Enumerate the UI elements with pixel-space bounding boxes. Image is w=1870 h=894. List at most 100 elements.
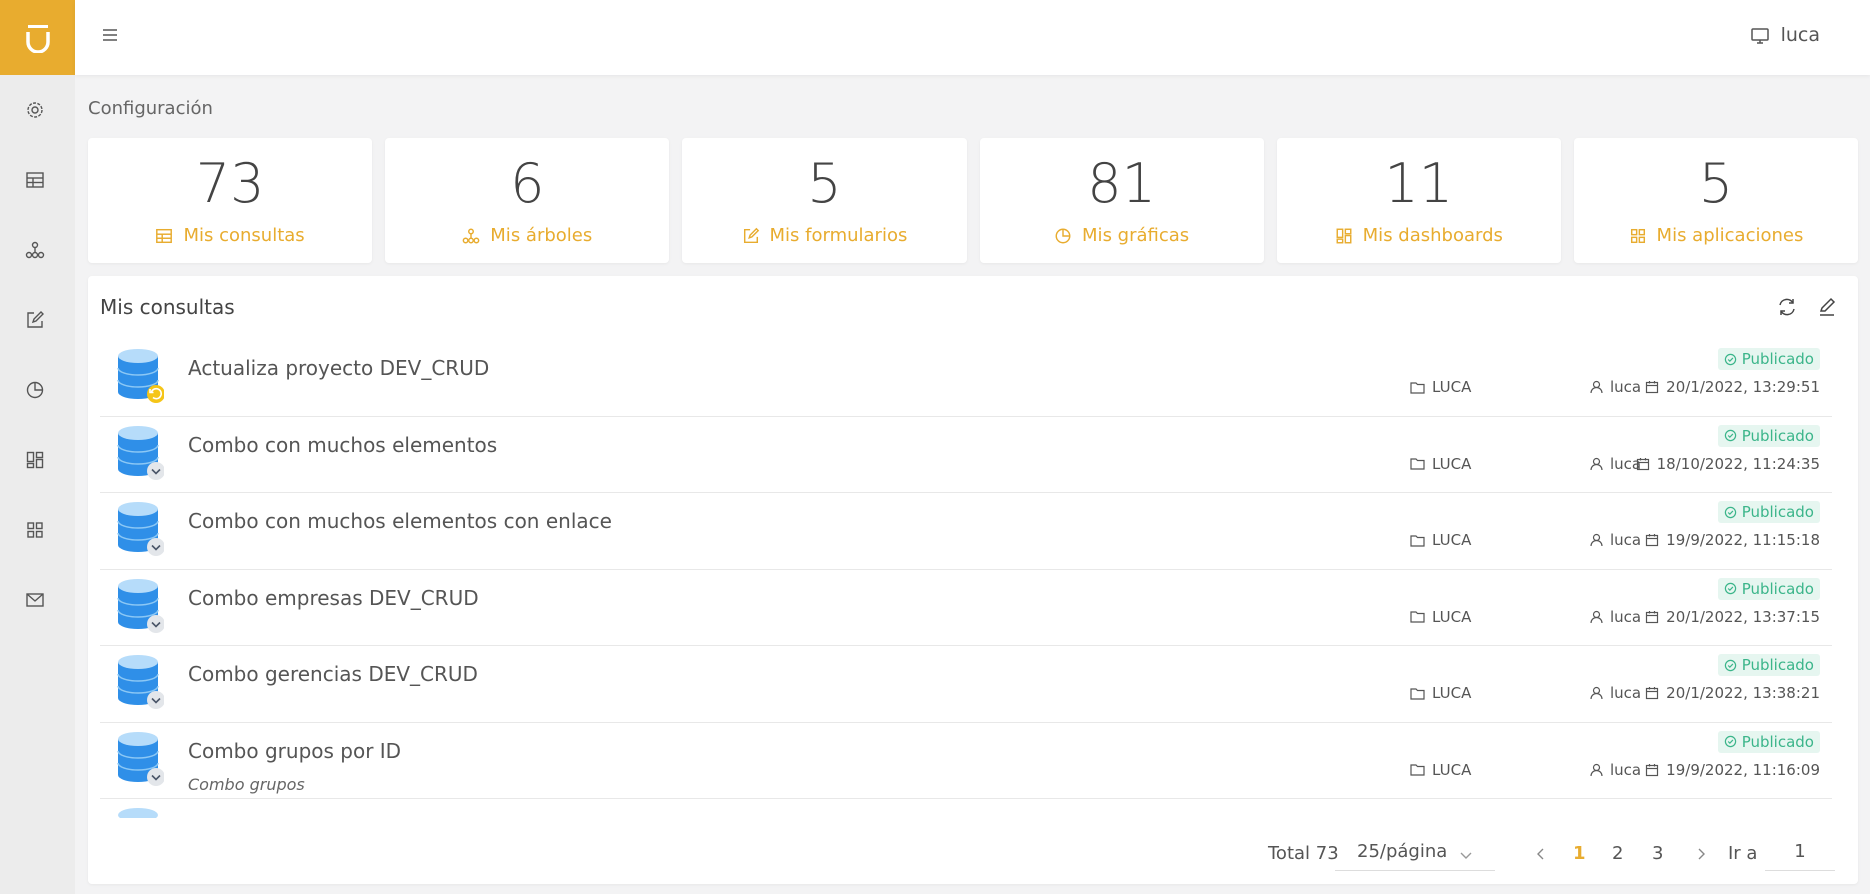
- list-item[interactable]: Combo con muchos elementos Publicado LUCA l…: [100, 417, 1832, 493]
- database-icon: [118, 808, 158, 818]
- edit-icon: [743, 227, 759, 243]
- pie-chart-icon: [1055, 228, 1071, 243]
- query-title[interactable]: Actualiza proyecto DEV_CRUD: [188, 356, 489, 380]
- query-title[interactable]: Combo gerencias DEV_CRUD: [188, 662, 478, 686]
- queries-panel: Mis consultas Actualiza proyecto DEV_CRU…: [88, 276, 1858, 884]
- stat-count: 5: [807, 152, 842, 215]
- check-circle-icon: [1724, 429, 1736, 442]
- chevron-down-icon: [1459, 845, 1473, 866]
- folder-meta: LUCA: [1410, 684, 1471, 702]
- settings-icon[interactable]: [22, 97, 48, 123]
- page-size-value: 25/página: [1357, 841, 1448, 862]
- stat-count: 5: [1698, 152, 1734, 215]
- owner-meta: luca: [1590, 455, 1641, 473]
- stat-count: 11: [1384, 152, 1454, 215]
- calendar-icon: [1646, 763, 1659, 776]
- app-logo[interactable]: [0, 0, 75, 75]
- status-badge: Publicado: [1717, 501, 1820, 523]
- apps-icon[interactable]: [22, 517, 48, 543]
- query-title[interactable]: Combo con muchos elementos con enlace: [188, 509, 612, 533]
- check-circle-icon: [1724, 353, 1736, 365]
- owner-meta: luca: [1590, 378, 1641, 396]
- modified-date: 18/10/2022, 11:24:35: [1656, 454, 1820, 473]
- list-item[interactable]: Combo gerencias DEV_CRUD Publicado LUCA luc…: [100, 646, 1832, 723]
- tree-icon: [462, 228, 480, 243]
- query-subtitle: Combo grupos: [188, 774, 305, 794]
- list-item[interactable]: [100, 799, 1832, 818]
- refresh-icon[interactable]: [1776, 296, 1798, 318]
- list-item[interactable]: Combo grupos por ID Combo grupos Publicado…: [100, 723, 1832, 799]
- stat-card-graficas[interactable]: 81 Mis gráficas: [979, 138, 1264, 263]
- next-page-icon[interactable]: [1695, 845, 1707, 866]
- owner-name: luca: [1610, 607, 1642, 626]
- pie-chart-icon[interactable]: [22, 377, 48, 403]
- database-icon: [117, 425, 164, 480]
- query-list: Actualiza proyecto DEV_CRUD Publicado LUCA…: [100, 340, 1832, 818]
- folder-icon: [1410, 611, 1425, 623]
- modified-date: 19/9/2022, 11:15:18: [1666, 531, 1820, 549]
- menu-toggle-icon[interactable]: [101, 26, 121, 46]
- folder-name: LUCA: [1432, 378, 1472, 396]
- query-title[interactable]: Combo empresas DEV_CRUD: [188, 586, 479, 610]
- status-badge: Publicado: [1717, 654, 1820, 676]
- edit-icon[interactable]: [22, 307, 48, 333]
- stat-cards: 73 Mis consultas 6 Mis árboles 5 Mis for…: [88, 138, 1859, 263]
- modified-date: 20/1/2022, 13:29:51: [1666, 378, 1820, 396]
- sidebar: [0, 0, 75, 894]
- panel-title: Mis consultas: [100, 295, 235, 319]
- dashboard-icon[interactable]: [22, 447, 48, 473]
- stat-card-formularios[interactable]: 5 Mis formularios: [682, 138, 967, 263]
- database-icon: [117, 578, 164, 633]
- stat-label: Mis consultas: [183, 225, 305, 246]
- page-1[interactable]: 1: [1573, 843, 1586, 864]
- calendar-icon: [1646, 381, 1659, 394]
- owner-name: luca: [1610, 684, 1642, 702]
- stat-card-consultas[interactable]: 73 Mis consultas: [88, 138, 373, 263]
- user-icon: [1590, 457, 1603, 470]
- stat-card-aplicaciones[interactable]: 5 Mis aplicaciones: [1573, 138, 1859, 263]
- stat-count: 81: [1087, 152, 1156, 215]
- query-title[interactable]: Combo con muchos elementos: [188, 433, 497, 457]
- database-icon: [117, 502, 164, 556]
- table-icon: [156, 228, 173, 243]
- status-text: Publicado: [1741, 350, 1814, 368]
- folder-icon: [1410, 458, 1425, 470]
- list-item[interactable]: Combo empresas DEV_CRUD Publicado LUCA luca…: [100, 570, 1832, 646]
- monitor-icon[interactable]: [1750, 27, 1772, 47]
- folder-name: LUCA: [1432, 607, 1472, 626]
- page-3[interactable]: 3: [1652, 843, 1663, 864]
- stat-card-arboles[interactable]: 6 Mis árboles: [385, 138, 670, 263]
- status-badge: Publicado: [1717, 730, 1820, 753]
- folder-meta: LUCA: [1410, 608, 1471, 626]
- list-item[interactable]: Actualiza proyecto DEV_CRUD Publicado LUCA…: [100, 340, 1832, 417]
- date-meta: 20/1/2022, 13:29:51: [1645, 378, 1820, 396]
- mail-icon[interactable]: [22, 587, 48, 613]
- page-2[interactable]: 2: [1612, 843, 1623, 864]
- calendar-icon: [1646, 534, 1659, 547]
- owner-meta: luca: [1590, 761, 1641, 779]
- stat-card-dashboards[interactable]: 11 Mis dashboards: [1276, 138, 1561, 263]
- modified-date: 20/1/2022, 13:38:21: [1666, 684, 1820, 702]
- page-size-select[interactable]: 25/página: [1335, 833, 1495, 871]
- table-icon[interactable]: [22, 167, 48, 193]
- owner-meta: luca: [1590, 531, 1641, 549]
- prev-page-icon[interactable]: [1535, 845, 1547, 866]
- folder-icon: [1410, 381, 1425, 394]
- folder-meta: LUCA: [1410, 761, 1471, 779]
- pagination: Total 73 25/página 1 2 3 Ir a: [88, 831, 1858, 877]
- folder-meta: LUCA: [1410, 531, 1471, 549]
- query-title[interactable]: Combo grupos por ID: [188, 739, 401, 763]
- goto-page-input[interactable]: [1765, 833, 1835, 871]
- folder-name: LUCA: [1432, 454, 1472, 473]
- dashboard-icon: [1336, 228, 1352, 243]
- folder-name: LUCA: [1432, 760, 1472, 779]
- status-text: Publicado: [1741, 503, 1814, 521]
- edit-icon[interactable]: [1816, 296, 1838, 318]
- status-text: Publicado: [1741, 656, 1814, 674]
- folder-name: LUCA: [1432, 684, 1472, 702]
- total-count: Total 73: [1268, 843, 1339, 864]
- status-badge: Publicado: [1717, 348, 1820, 370]
- tree-icon[interactable]: [22, 237, 48, 263]
- list-item[interactable]: Combo con muchos elementos con enlace Pub…: [100, 493, 1832, 570]
- user-menu[interactable]: luca: [1781, 24, 1820, 46]
